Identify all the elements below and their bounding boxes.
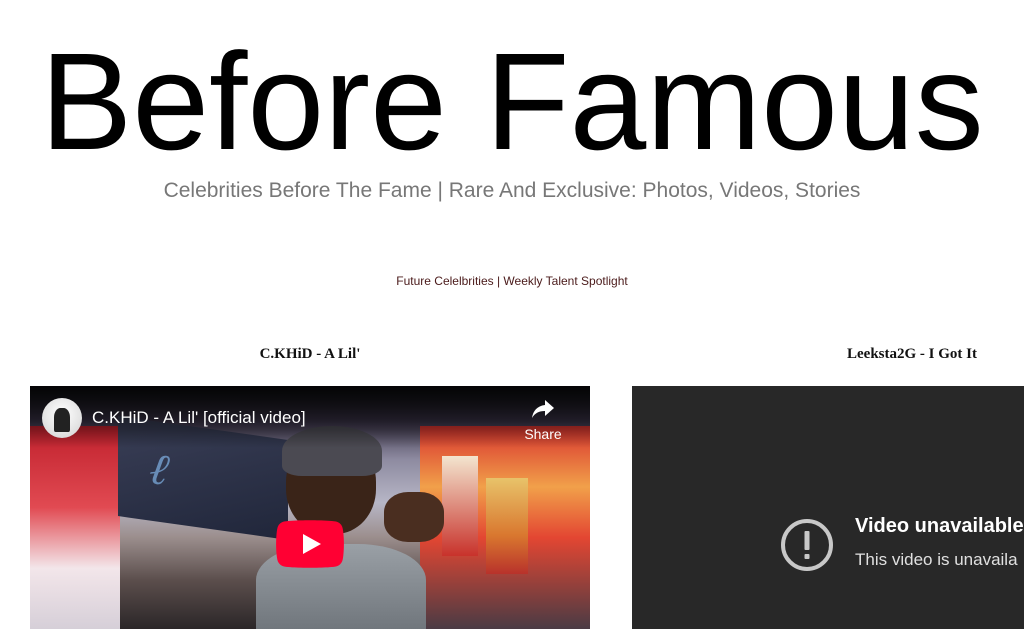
channel-avatar[interactable] [42, 398, 82, 438]
exclamation-circle-icon [781, 519, 833, 571]
person-hand [384, 492, 444, 542]
video-thumbnail-billboard [486, 478, 528, 574]
share-icon [532, 400, 554, 418]
share-button[interactable]: Share [516, 398, 570, 446]
avatar-figure [54, 408, 70, 432]
video-player-2[interactable]: Video unavailable This video is unavaila [632, 386, 1024, 629]
video-thumbnail-billboard [442, 456, 478, 556]
site-tagline: Celebrities Before The Fame | Rare And E… [163, 179, 861, 202]
video-heading-2: Leeksta2G - I Got It [847, 346, 977, 362]
site-title[interactable]: Before Famous [0, 22, 1024, 182]
play-button[interactable] [276, 520, 344, 568]
share-label: Share [524, 426, 562, 442]
video-heading-1: C.KHiD - A Lil' [259, 346, 361, 362]
video-thumbnail-bg-left [30, 426, 120, 629]
video-player-1[interactable]: ℓ C.KHiD - A Lil' [official video] Share [30, 386, 590, 629]
spotlight-link[interactable]: Future Celelbrities | Weekly Talent Spot… [0, 273, 1024, 289]
video-unavailable-message: This video is unavaila [855, 550, 1018, 569]
player-video-title[interactable]: C.KHiD - A Lil' [official video] [92, 408, 306, 428]
video-unavailable-title: Video unavailable [855, 515, 1024, 537]
